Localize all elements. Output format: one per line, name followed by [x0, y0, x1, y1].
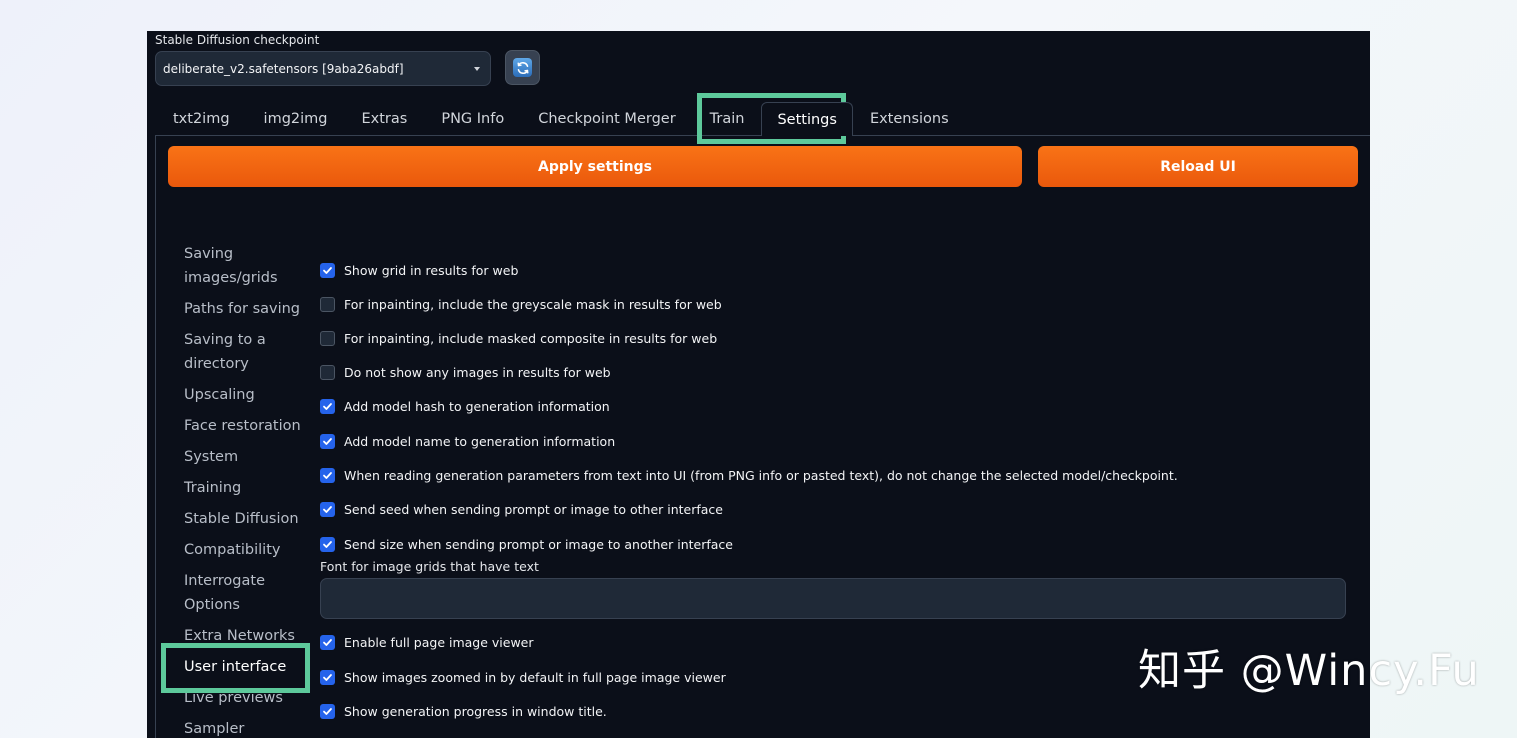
option-show-grid[interactable]: Show grid in results for web: [320, 263, 518, 278]
checkbox-checked-icon[interactable]: [320, 399, 335, 414]
sidebar-item-user-interface[interactable]: User interface: [184, 655, 314, 679]
option-label: When reading generation parameters from …: [344, 468, 1178, 483]
sidebar-item-extra-networks[interactable]: Extra Networks: [184, 624, 314, 648]
sidebar-item-live-previews[interactable]: Live previews: [184, 686, 314, 710]
webui-app: Stable Diffusion checkpoint deliberate_v…: [147, 31, 1370, 738]
sidebar-item-upscaling[interactable]: Upscaling: [184, 383, 314, 407]
apply-settings-button[interactable]: Apply settings: [168, 146, 1022, 187]
option-label: Show generation progress in window title…: [344, 704, 607, 719]
tab-png-info[interactable]: PNG Info: [424, 102, 521, 136]
chevron-down-icon: [474, 66, 480, 71]
checkpoint-label: Stable Diffusion checkpoint: [155, 33, 320, 47]
checkbox-checked-icon[interactable]: [320, 635, 335, 650]
sidebar-item-compatibility[interactable]: Compatibility: [184, 538, 314, 562]
sidebar-item-stable-diffusion[interactable]: Stable Diffusion: [184, 507, 314, 531]
sidebar-item-sampler[interactable]: Sampler: [184, 717, 314, 738]
tab-checkpoint-merger[interactable]: Checkpoint Merger: [521, 102, 692, 136]
settings-sidebar: Saving images/grids Paths for saving Sav…: [184, 242, 314, 738]
reload-ui-button[interactable]: Reload UI: [1038, 146, 1358, 187]
checkbox-checked-icon[interactable]: [320, 468, 335, 483]
sidebar-item-system[interactable]: System: [184, 445, 314, 469]
option-zoomed-in-default[interactable]: Show images zoomed in by default in full…: [320, 670, 726, 685]
checkbox-unchecked-icon[interactable]: [320, 365, 335, 380]
sidebar-item-paths-for-saving[interactable]: Paths for saving: [184, 297, 314, 321]
option-no-images-web[interactable]: Do not show any images in results for we…: [320, 365, 611, 380]
checkbox-unchecked-icon[interactable]: [320, 331, 335, 346]
sidebar-item-interrogate-options[interactable]: Interrogate Options: [184, 569, 269, 617]
option-add-model-name[interactable]: Add model name to generation information: [320, 434, 615, 449]
option-send-size[interactable]: Send size when sending prompt or image t…: [320, 537, 733, 552]
main-tabs: txt2img img2img Extras PNG Info Checkpoi…: [156, 102, 966, 136]
option-progress-in-title[interactable]: Show generation progress in window title…: [320, 704, 607, 719]
option-label: Enable full page image viewer: [344, 635, 534, 650]
checkbox-checked-icon[interactable]: [320, 502, 335, 517]
tab-train[interactable]: Train: [693, 102, 762, 136]
sidebar-item-saving-to-directory[interactable]: Saving to a directory: [184, 328, 269, 376]
sidebar-item-face-restoration[interactable]: Face restoration: [184, 414, 314, 438]
option-keep-model-on-paste[interactable]: When reading generation parameters from …: [320, 468, 1178, 483]
checkbox-checked-icon[interactable]: [320, 670, 335, 685]
font-field-input[interactable]: [320, 578, 1346, 619]
checkbox-checked-icon[interactable]: [320, 434, 335, 449]
sidebar-item-training[interactable]: Training: [184, 476, 314, 500]
tab-extras[interactable]: Extras: [345, 102, 425, 136]
watermark: 知乎 @Wincy.Fu: [1138, 646, 1480, 696]
option-label: Send seed when sending prompt or image t…: [344, 502, 723, 517]
option-label: For inpainting, include the greyscale ma…: [344, 297, 722, 312]
checkbox-unchecked-icon[interactable]: [320, 297, 335, 312]
sidebar-item-saving-images-grids[interactable]: Saving images/grids: [184, 242, 278, 290]
option-full-page-viewer[interactable]: Enable full page image viewer: [320, 635, 534, 650]
option-label: Show grid in results for web: [344, 263, 519, 278]
checkbox-checked-icon[interactable]: [320, 263, 335, 278]
tab-settings[interactable]: Settings: [761, 102, 853, 136]
refresh-icon: [513, 58, 532, 77]
option-label: Show images zoomed in by default in full…: [344, 670, 726, 685]
tab-img2img[interactable]: img2img: [247, 102, 345, 136]
option-label: Add model hash to generation information: [344, 399, 610, 414]
checkpoint-dropdown[interactable]: deliberate_v2.safetensors [9aba26abdf]: [155, 51, 491, 86]
option-label: Send size when sending prompt or image t…: [344, 537, 733, 552]
option-label: Add model name to generation information: [344, 434, 616, 449]
font-field-label: Font for image grids that have text: [320, 559, 539, 574]
option-label: Do not show any images in results for we…: [344, 365, 611, 380]
tab-extensions[interactable]: Extensions: [853, 102, 966, 136]
tab-txt2img[interactable]: txt2img: [156, 102, 247, 136]
option-send-seed[interactable]: Send seed when sending prompt or image t…: [320, 502, 723, 517]
option-inpaint-greyscale-mask[interactable]: For inpainting, include the greyscale ma…: [320, 297, 722, 312]
option-inpaint-masked-composite[interactable]: For inpainting, include masked composite…: [320, 331, 717, 346]
checkbox-checked-icon[interactable]: [320, 537, 335, 552]
option-add-model-hash[interactable]: Add model hash to generation information: [320, 399, 610, 414]
checkpoint-value: deliberate_v2.safetensors [9aba26abdf]: [163, 61, 404, 76]
checkbox-checked-icon[interactable]: [320, 704, 335, 719]
refresh-checkpoint-button[interactable]: [505, 50, 540, 85]
option-label: For inpainting, include masked composite…: [344, 331, 718, 346]
